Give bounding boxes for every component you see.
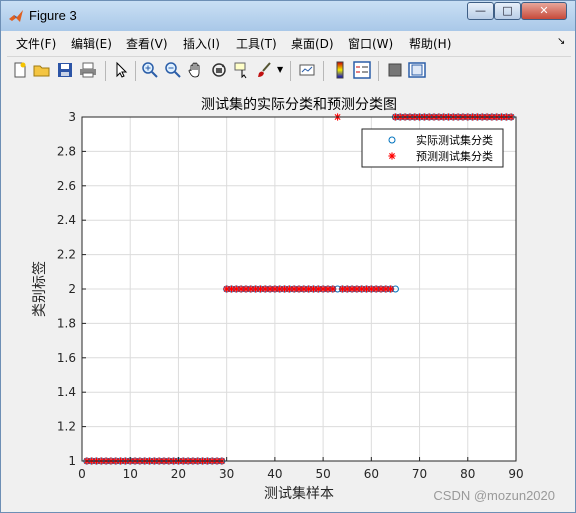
- pointer-icon[interactable]: [112, 61, 130, 79]
- y-tick-label: 1.6: [57, 351, 76, 365]
- y-axis-label: 类别标签: [31, 261, 48, 317]
- y-tick-label: 1.8: [57, 316, 76, 330]
- menu-tools[interactable]: 工具(T): [236, 35, 277, 52]
- close-button[interactable]: ✕: [521, 2, 567, 20]
- legend-label: 预测测试集分类: [416, 149, 493, 163]
- y-tick-label: 2.4: [57, 213, 76, 227]
- pan-icon[interactable]: [187, 61, 205, 79]
- x-tick-label: 30: [219, 467, 234, 481]
- figure-window: Figure 3 — □ ✕ 文件(F) 编辑(E) 查看(V) 插入(I) 工…: [0, 0, 576, 513]
- close-icon: ✕: [539, 4, 549, 17]
- plot-canvas[interactable]: 0 10 20 30 40 50 60 70 80 90 1 1.2 1.4 1.6 1.8 2 2.2 2.4 2…: [7, 85, 571, 509]
- predicted-class-point: [329, 285, 337, 293]
- menu-edit[interactable]: 编辑(E): [71, 35, 112, 52]
- zoom-out-icon[interactable]: [164, 61, 182, 79]
- y-tick-label: 2.6: [57, 179, 76, 193]
- open-icon[interactable]: [33, 61, 51, 79]
- title-bar[interactable]: Figure 3 — □ ✕: [1, 1, 575, 31]
- x-tick-label: 10: [123, 467, 138, 481]
- brush-dropdown-icon[interactable]: ▼: [277, 61, 285, 79]
- legend-star-marker-icon: [388, 152, 396, 160]
- colorbar-icon[interactable]: [331, 61, 349, 79]
- y-tick-label: 2.2: [57, 248, 76, 262]
- toolbar-separator: [378, 61, 379, 81]
- matlab-icon: [9, 10, 23, 22]
- menu-file[interactable]: 文件(F): [16, 35, 56, 52]
- menu-bar: 文件(F) 编辑(E) 查看(V) 插入(I) 工具(T) 桌面(D) 窗口(W…: [7, 33, 571, 53]
- brush-icon[interactable]: [256, 61, 274, 79]
- legend[interactable]: 实际测试集分类预测测试集分类: [361, 128, 504, 168]
- maximize-icon: □: [502, 4, 513, 17]
- x-tick-label: 70: [412, 467, 427, 481]
- y-tick-label: 2: [68, 282, 76, 296]
- toolbar-separator: [290, 61, 291, 81]
- x-tick-label: 80: [460, 467, 475, 481]
- hide-plot-tools-icon[interactable]: [386, 61, 404, 79]
- watermark-text: CSDN @mozun2020: [433, 488, 555, 503]
- x-tick-label: 50: [315, 467, 330, 481]
- save-icon[interactable]: [56, 61, 74, 79]
- toolbar-separator: [135, 61, 136, 81]
- x-axis-label: 测试集样本: [264, 485, 334, 502]
- x-tick-label: 60: [364, 467, 379, 481]
- zoom-in-icon[interactable]: [141, 61, 159, 79]
- menu-view[interactable]: 查看(V): [126, 35, 168, 52]
- menu-overflow-icon[interactable]: ↘: [557, 36, 565, 47]
- link-plot-icon[interactable]: [298, 61, 316, 79]
- chart-title: 测试集的实际分类和预测分类图: [201, 96, 397, 113]
- data-cursor-icon[interactable]: [233, 61, 251, 79]
- toolbar: ▼: [7, 56, 571, 86]
- menu-window[interactable]: 窗口(W): [348, 35, 393, 52]
- rotate-icon[interactable]: [210, 61, 228, 79]
- menu-desktop[interactable]: 桌面(D): [291, 35, 334, 52]
- y-tick-label: 3: [68, 110, 76, 124]
- toolbar-separator: [323, 61, 324, 81]
- x-tick-label: 0: [78, 467, 86, 481]
- toolbar-separator: [105, 61, 106, 81]
- new-figure-icon[interactable]: [11, 61, 29, 79]
- x-tick-label: 40: [267, 467, 282, 481]
- maximize-button[interactable]: □: [494, 2, 521, 20]
- y-tick-label: 1: [68, 454, 76, 468]
- y-tick-label: 1.4: [57, 385, 76, 399]
- y-tick-label: 2.8: [57, 144, 76, 158]
- legend-icon[interactable]: [353, 61, 371, 79]
- menu-insert[interactable]: 插入(I): [183, 35, 220, 52]
- x-tick-label: 90: [508, 467, 523, 481]
- print-icon[interactable]: [79, 61, 97, 79]
- menu-help[interactable]: 帮助(H): [409, 35, 451, 52]
- show-plot-tools-icon[interactable]: [408, 61, 426, 79]
- minimize-icon: —: [475, 4, 486, 17]
- predicted-class-point: [387, 285, 395, 293]
- y-tick-label: 1.2: [57, 420, 76, 434]
- window-title: Figure 3: [29, 8, 77, 23]
- minimize-button[interactable]: —: [467, 2, 494, 20]
- x-tick-label: 20: [171, 467, 186, 481]
- legend-label: 实际测试集分类: [416, 133, 493, 147]
- figure-area: 0 10 20 30 40 50 60 70 80 90 1 1.2 1.4 1.6 1.8 2 2.2 2.4 2…: [7, 85, 571, 509]
